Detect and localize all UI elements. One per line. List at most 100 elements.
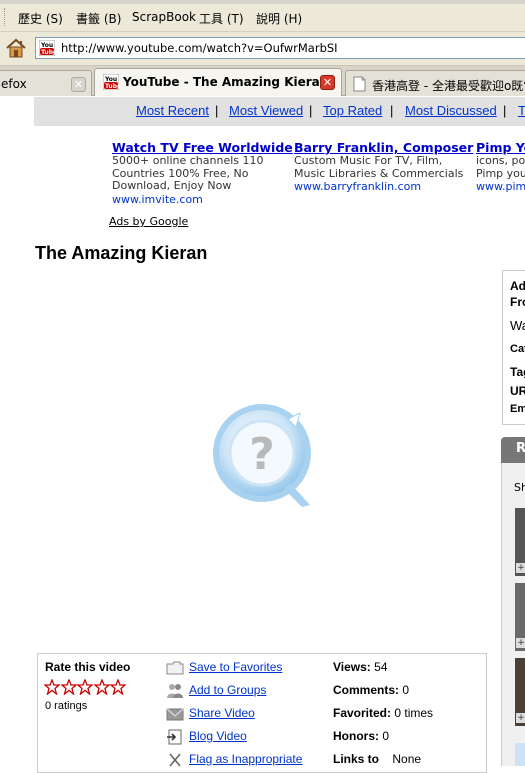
related-thumbnail[interactable]: + [515,583,525,651]
close-icon[interactable]: ✕ [71,77,86,92]
nav-most-discussed[interactable]: Most Discussed [405,103,497,118]
links-label: Links to [333,752,380,766]
sidebar-label: UR [510,384,525,398]
ad-text: 5000+ online channels 110 [112,154,264,167]
page-icon [353,76,366,92]
svg-text:You: You [40,42,53,49]
nav-most-viewed[interactable]: Most Viewed [229,103,303,118]
rate-label: Rate this video [45,660,131,674]
star-icon[interactable] [44,679,60,695]
menu-help[interactable]: 說明 (H) [256,10,302,27]
url-bar[interactable]: You Tube http://www.youtube.com/watch?v=… [35,37,525,59]
group-icon [167,684,183,698]
sidebar-label: Cat [510,343,525,355]
close-icon[interactable]: ✕ [320,75,335,90]
views-stat: Views: 54 [333,660,388,674]
tab-hkgolden[interactable]: 香港高登 - 全港最受歡迎o既電 [345,70,525,96]
video-title: The Amazing Kieran [35,243,208,263]
svg-text:Tube: Tube [41,49,55,56]
comments-label: Comments: [333,683,400,697]
comments-value: 0 [402,683,410,697]
nav-truncated[interactable]: T [518,103,525,118]
action-label[interactable]: Save to Favorites [189,660,282,674]
action-label[interactable]: Blog Video [189,729,247,743]
add-icon[interactable]: + [516,713,525,723]
action-label[interactable]: Add to Groups [189,683,266,697]
honors-stat: Honors: 0 [333,729,389,743]
links-value: None [392,752,422,766]
star-icon[interactable] [60,679,77,695]
home-icon[interactable] [4,36,28,60]
related-thumbnail[interactable]: + [515,658,525,726]
menu-tools[interactable]: 工具 (T) [199,10,244,27]
star-icon[interactable] [93,679,110,695]
ad-title[interactable]: Watch TV Free Worldwide [112,140,293,155]
blog-icon [167,729,182,745]
related-thumbnail[interactable]: + [515,508,525,576]
ad-title[interactable]: Pimp Yo [476,140,525,155]
action-label[interactable]: Share Video [189,706,255,720]
ad-watch-tv[interactable]: Watch TV Free Worldwide 5000+ online cha… [112,140,293,206]
menu-bar: 歷史 (S) 書籤 (B) ScrapBook 工具 (T) 說明 (H) [0,0,525,32]
ad-url[interactable]: www.pimp [476,180,525,193]
tab-label: efox [1,77,27,91]
video-player[interactable]: ? [35,270,490,648]
star-icon[interactable] [77,679,93,695]
svg-text:You: You [104,76,117,83]
svg-text:Tube: Tube [105,83,119,90]
favorited-stat: Favorited: 0 times [333,706,433,720]
menu-bookmarks[interactable]: 書籤 (B) [76,10,121,27]
related-thumbnail[interactable] [515,743,525,766]
ad-text: icons, po [476,154,525,167]
youtube-favicon-icon: You Tube [39,40,55,56]
ad-pimp[interactable]: Pimp Yo icons, po Pimp you www.pimp [476,140,525,193]
nav-most-recent[interactable]: Most Recent [136,103,209,118]
nav-top-rated[interactable]: Top Rated [323,103,382,118]
sidebar-label: Ad [510,279,525,293]
related-subheader: Sh [514,481,525,494]
tab-youtube[interactable]: You Tube YouTube - The Amazing Kieran ✕ [94,68,342,96]
quicktime-missing-plugin-icon[interactable]: ? [210,401,320,511]
nav-separator: | [309,103,313,118]
ads-by-google-link[interactable]: Ads by Google [109,215,188,228]
nav-separator: | [215,103,219,118]
views-value: 54 [374,660,388,674]
ad-text: Custom Music For TV, Film, [294,154,443,167]
related-videos-header[interactable]: R [501,437,525,463]
ad-text: Music Libraries & Commercials [294,166,464,180]
related-videos-list: Sh + + + [501,463,525,766]
star-rating[interactable] [44,679,127,695]
ad-barry-franklin[interactable]: Barry Franklin, Composer Custom Music Fo… [294,140,473,193]
star-icon[interactable] [110,679,126,695]
envelope-icon [166,708,184,721]
toolbar-grip[interactable] [4,8,7,26]
tab-firefox[interactable]: efox ✕ [0,70,92,96]
ratings-count: 0 ratings [45,700,88,712]
action-label[interactable]: Flag as Inappropriate [189,752,302,766]
honors-value: 0 [382,729,390,743]
add-icon[interactable]: + [516,563,525,573]
add-icon[interactable]: + [516,638,525,648]
ad-url[interactable]: www.imvite.com [112,193,293,206]
youtube-favicon-icon: You Tube [103,74,119,90]
sidebar-label: Tag [510,365,525,379]
video-details-box: Ad Fro Wa Cat Tag UR Em [502,270,525,425]
tab-bar: efox ✕ You Tube YouTube - The Amazing Ki… [0,66,525,96]
ad-text: Download, Enjoy Now [112,179,232,192]
menu-history[interactable]: 歷史 (S) [18,10,63,27]
tab-label: 香港高登 - 全港最受歡迎o既電 [372,79,525,93]
honors-label: Honors: [333,729,379,743]
ad-url[interactable]: www.barryfranklin.com [294,180,473,193]
navigation-toolbar: You Tube http://www.youtube.com/watch?v=… [0,32,525,66]
site-nav: Most Recent | Most Viewed | Top Rated | … [34,97,525,126]
views-label: Views: [333,660,371,674]
sidebar-label: Em [510,403,525,415]
ad-title[interactable]: Barry Franklin, Composer [294,140,473,155]
video-actions-box: Rate this video 0 ratings Save to Favori… [37,653,487,773]
window-top-edge [0,0,525,4]
menu-scrapbook[interactable]: ScrapBook [132,10,196,24]
svg-text:?: ? [249,429,275,480]
links-stat: Links to None [333,752,421,766]
folder-icon [166,661,184,675]
favorited-label: Favorited: [333,706,392,720]
